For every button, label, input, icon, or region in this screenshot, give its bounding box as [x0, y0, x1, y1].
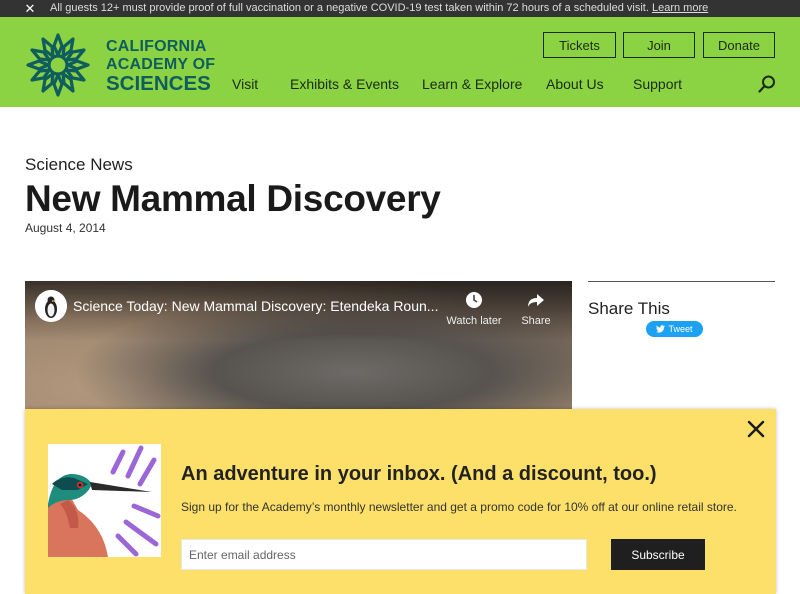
logo-line-3: SCIENCES	[106, 72, 211, 95]
bee-eater-bird-image	[48, 444, 161, 557]
site-header: CALIFORNIA ACADEMY OF SCIENCES Tickets J…	[0, 17, 800, 107]
channel-avatar-icon[interactable]	[35, 290, 67, 322]
alert-message: All guests 12+ must provide proof of ful…	[50, 2, 708, 15]
newsletter-heading: An adventure in your inbox. (And a disco…	[181, 463, 657, 485]
alert-message-text: All guests 12+ must provide proof of ful…	[50, 2, 649, 14]
subscribe-button[interactable]: Subscribe	[611, 539, 705, 570]
share-arrow-icon	[528, 294, 544, 307]
alert-close-icon[interactable]: ✕	[24, 0, 36, 17]
share-divider	[588, 281, 775, 282]
alert-bar: ✕ All guests 12+ must provide proof of f…	[0, 0, 800, 17]
learn-more-link[interactable]: Learn more	[652, 2, 708, 14]
tickets-button[interactable]: Tickets	[543, 32, 616, 58]
nav-visit[interactable]: Visit	[232, 76, 258, 92]
video-share-label: Share	[521, 315, 551, 327]
article-kicker: Science News	[25, 155, 133, 174]
share-heading: Share This	[588, 299, 670, 318]
page-title: New Mammal Discovery	[25, 178, 441, 219]
article-date: August 4, 2014	[25, 221, 106, 235]
video-title[interactable]: Science Today: New Mammal Discovery: Ete…	[73, 298, 438, 314]
tweet-button[interactable]: Tweet	[646, 321, 703, 337]
logo-line-2: ACADEMY OF	[106, 56, 216, 73]
video-player[interactable]: Science Today: New Mammal Discovery: Ete…	[25, 281, 572, 411]
search-icon[interactable]	[758, 75, 776, 93]
video-share-button[interactable]: Share	[508, 291, 564, 327]
nav-learn-explore[interactable]: Learn & Explore	[422, 76, 522, 92]
join-button[interactable]: Join	[623, 32, 695, 58]
nav-support[interactable]: Support	[633, 76, 682, 92]
newsletter-modal: An adventure in your inbox. (And a disco…	[25, 409, 776, 594]
tweet-label: Tweet	[668, 324, 693, 334]
site-logo-wordmark[interactable]: CALIFORNIA ACADEMY OF SCIENCES	[106, 39, 215, 95]
close-icon[interactable]	[747, 420, 765, 438]
logo-line-1: CALIFORNIA	[106, 38, 207, 55]
sunburst-logo-icon[interactable]	[24, 31, 92, 99]
newsletter-description: Sign up for the Academy’s monthly newsle…	[181, 500, 737, 514]
clock-icon	[466, 292, 482, 308]
watch-later-label: Watch later	[446, 315, 502, 327]
twitter-bird-icon	[656, 325, 666, 333]
donate-button[interactable]: Donate	[703, 32, 775, 58]
nav-exhibits-events[interactable]: Exhibits & Events	[290, 76, 399, 92]
email-field[interactable]	[181, 539, 587, 570]
nav-about-us[interactable]: About Us	[546, 76, 604, 92]
watch-later-button[interactable]: Watch later	[446, 291, 502, 327]
